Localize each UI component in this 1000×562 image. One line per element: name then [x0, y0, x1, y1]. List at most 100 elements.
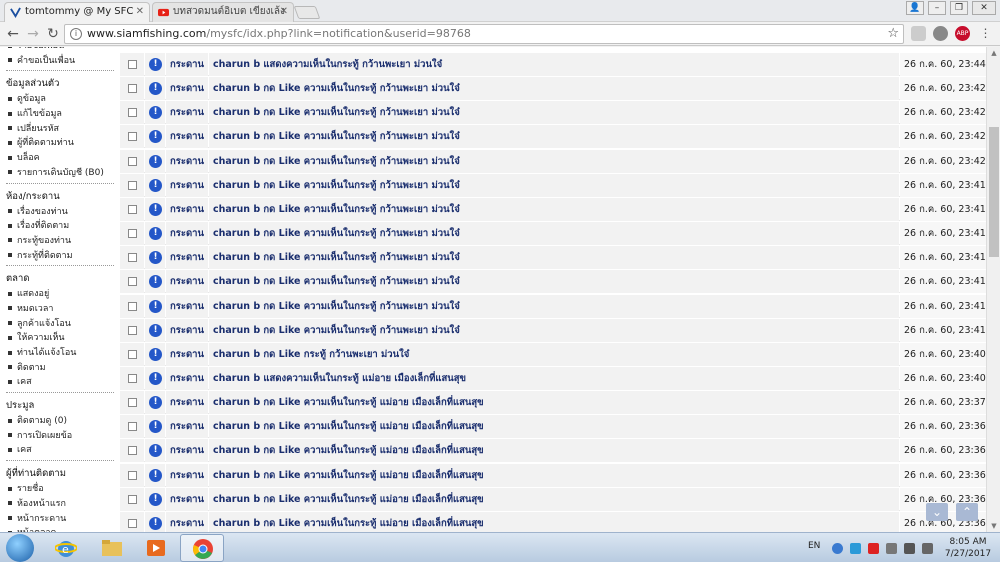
row-checkbox[interactable] [128, 494, 137, 504]
row-checkbox[interactable] [128, 422, 137, 432]
extension-cube-icon[interactable] [933, 26, 948, 41]
notification-row[interactable]: ! กระดาน charun b กด Like ความเห็นในกระทู้… [120, 318, 986, 342]
taskbar-chrome[interactable] [180, 534, 224, 562]
notification-row[interactable]: ! กระดาน charun b แสดงความเห็นในกระทู้ แม่… [120, 366, 986, 390]
tray-signal-icon[interactable] [904, 543, 915, 554]
sidebar-item[interactable]: การเปิดเผยข้อ [4, 429, 118, 444]
adblock-icon[interactable]: ABP [955, 26, 970, 41]
forward-icon[interactable]: → [24, 25, 42, 43]
sidebar-item[interactable]: ห้องหน้าแรก [4, 497, 118, 512]
notification-row[interactable]: ! กระดาน charun b กด Like ความเห็นในกระทู้… [120, 149, 986, 173]
scroll-down-arrow-icon[interactable]: ▼ [987, 520, 1000, 532]
notification-row[interactable]: ! กระดาน charun b กด Like ความเห็นในกระทู้… [120, 222, 986, 246]
notification-row[interactable]: ! กระดาน charun b กด Like ความเห็นในกระทู้… [120, 487, 986, 511]
notification-link[interactable]: charun b กด Like ความเห็นในกระทู้ กว้านพ… [209, 197, 899, 221]
address-bar[interactable]: i www.siamfishing.com/mysfc/idx.php?link… [64, 24, 904, 44]
sidebar-item[interactable]: เรื่องที่ติดตาม [4, 219, 118, 234]
notification-link[interactable]: charun b กด Like ความเห็นในกระทู้ กว้านพ… [209, 77, 899, 101]
row-checkbox[interactable] [128, 132, 137, 142]
sidebar-item[interactable]: เปลี่ยนรหัส [4, 122, 118, 137]
scroll-top-button[interactable]: ⌃ [956, 503, 978, 521]
notification-link[interactable]: charun b แสดงความเห็นในกระทู้ แม่อาย เมื… [209, 366, 899, 390]
tray-flag-icon[interactable] [868, 543, 879, 554]
back-icon[interactable]: ← [4, 25, 22, 43]
notification-row[interactable]: ! กระดาน charun b กด Like ความเห็นในกระทู้… [120, 511, 986, 532]
row-checkbox[interactable] [128, 470, 137, 480]
notification-row[interactable]: ! กระดาน charun b กด Like ความเห็นในกระทู้… [120, 463, 986, 487]
row-checkbox[interactable] [128, 446, 137, 456]
sidebar-item[interactable]: แสดงอยู่ [4, 287, 118, 302]
notification-row[interactable]: ! กระดาน charun b กด Like ความเห็นในกระทู้… [120, 391, 986, 415]
notification-link[interactable]: charun b กด Like ความเห็นในกระทู้ แม่อาย… [209, 415, 899, 439]
tab-youtube[interactable]: บทสวดมนต์อิเบต เขียงเล้ง ✕ [152, 2, 294, 22]
notification-link[interactable]: charun b กด Like ความเห็นในกระทู้ แม่อาย… [209, 463, 899, 487]
restore-icon[interactable]: ❐ [950, 1, 968, 15]
sidebar-item[interactable]: บล็อค [4, 151, 118, 166]
notification-row[interactable]: ! กระดาน charun b กด Like ความเห็นในกระทู้… [120, 125, 986, 149]
row-checkbox[interactable] [128, 301, 137, 311]
close-icon[interactable]: ✕ [280, 3, 288, 21]
close-icon[interactable]: ✕ [136, 3, 144, 21]
user-icon[interactable]: 👤 [906, 1, 924, 15]
row-checkbox[interactable] [128, 156, 137, 166]
notification-link[interactable]: charun b กด Like ความเห็นในกระทู้ กว้านพ… [209, 222, 899, 246]
sidebar-item[interactable]: หมดเวลา [4, 302, 118, 317]
row-checkbox[interactable] [128, 253, 137, 263]
notification-row[interactable]: ! กระดาน charun b กด Like ความเห็นในกระทู้… [120, 439, 986, 463]
language-indicator[interactable]: EN [808, 541, 820, 551]
row-checkbox[interactable] [128, 398, 137, 408]
row-checkbox[interactable] [128, 277, 137, 287]
row-checkbox[interactable] [128, 60, 137, 69]
notification-row[interactable]: ! กระดาน charun b กด Like ความเห็นในกระทู้… [120, 270, 986, 294]
row-checkbox[interactable] [128, 204, 137, 214]
sidebar-item[interactable]: เรื่องของท่าน [4, 205, 118, 220]
sidebar-item[interactable]: หน้ากระดาน [4, 512, 118, 527]
sidebar-item[interactable]: ติดตาม [4, 361, 118, 376]
notification-row[interactable]: ! กระดาน charun b กด Like กระทู้ กว้านพะเย… [120, 342, 986, 366]
window-close-icon[interactable]: ✕ [972, 1, 996, 15]
tray-teamviewer-icon[interactable] [850, 543, 861, 554]
row-checkbox[interactable] [128, 518, 137, 528]
sidebar-item[interactable]: กระทู้ของท่าน [4, 234, 118, 249]
sidebar-item[interactable]: เคส [4, 443, 118, 458]
notification-link[interactable]: charun b กด Like ความเห็นในกระทู้ กว้านพ… [209, 294, 899, 318]
sidebar-item[interactable]: รายชื่อ [4, 482, 118, 497]
sidebar-item[interactable]: เคส [4, 375, 118, 390]
scroll-down-button[interactable]: ⌄ [926, 503, 948, 521]
notification-row[interactable]: ! กระดาน charun b กด Like ความเห็นในกระทู้… [120, 246, 986, 270]
taskbar-media[interactable] [134, 534, 178, 562]
sidebar-item[interactable]: ลูกค้าแจ้งโอน [4, 317, 118, 332]
taskbar-ie[interactable]: e [44, 534, 88, 562]
notification-link[interactable]: charun b แสดงความเห็นในกระทู้ กว้านพะเยา… [209, 53, 899, 76]
scrollbar[interactable]: ▲ ▼ [986, 47, 1000, 532]
notification-link[interactable]: charun b กด Like ความเห็นในกระทู้ แม่อาย… [209, 439, 899, 463]
sidebar-item[interactable]: ผู้ที่ติดตามท่าน [4, 136, 118, 151]
tray-volume-icon[interactable] [922, 543, 933, 554]
sidebar-item[interactable]: คำขอเป็นเพื่อน [4, 54, 118, 69]
notification-link[interactable]: charun b กด Like ความเห็นในกระทู้ กว้านพ… [209, 101, 899, 125]
notification-link[interactable]: charun b กด Like ความเห็นในกระทู้ แม่อาย… [209, 487, 899, 511]
sidebar-item[interactable]: กระทู้ที่ติดตาม [4, 249, 118, 264]
tray-display-icon[interactable] [886, 543, 897, 554]
taskbar-explorer[interactable] [90, 534, 134, 562]
notification-row[interactable]: ! กระดาน charun b แสดงความเห็นในกระทู้ กว้… [120, 53, 986, 76]
notification-link[interactable]: charun b กด Like ความเห็นในกระทู้ กว้านพ… [209, 246, 899, 270]
notification-row[interactable]: ! กระดาน charun b กด Like ความเห็นในกระทู้… [120, 101, 986, 125]
sidebar-item[interactable]: รายชื่อเพื่อน [4, 47, 118, 54]
tab-mysfc[interactable]: tomtommy @ My SFC ✕ [4, 2, 150, 22]
notification-link[interactable]: charun b กด Like กระทู้ กว้านพะเยา ม่วนใ… [209, 342, 899, 366]
sidebar-item[interactable]: ให้ความเห็น [4, 331, 118, 346]
notification-link[interactable]: charun b กด Like ความเห็นในกระทู้ แม่อาย… [209, 511, 899, 532]
row-checkbox[interactable] [128, 108, 137, 118]
notification-link[interactable]: charun b กด Like ความเห็นในกระทู้ กว้านพ… [209, 318, 899, 342]
info-icon[interactable]: i [70, 28, 82, 40]
notification-link[interactable]: charun b กด Like ความเห็นในกระทู้ กว้านพ… [209, 173, 899, 197]
sidebar-item[interactable]: ท่านได้แจ้งโอน [4, 346, 118, 361]
minimize-icon[interactable]: – [928, 1, 946, 15]
row-checkbox[interactable] [128, 325, 137, 335]
tray-network-icon[interactable] [832, 543, 843, 554]
extension-pdf-icon[interactable] [911, 26, 926, 41]
notification-link[interactable]: charun b กด Like ความเห็นในกระทู้ แม่อาย… [209, 391, 899, 415]
row-checkbox[interactable] [128, 229, 137, 239]
bookmark-star-icon[interactable]: ☆ [887, 25, 899, 43]
